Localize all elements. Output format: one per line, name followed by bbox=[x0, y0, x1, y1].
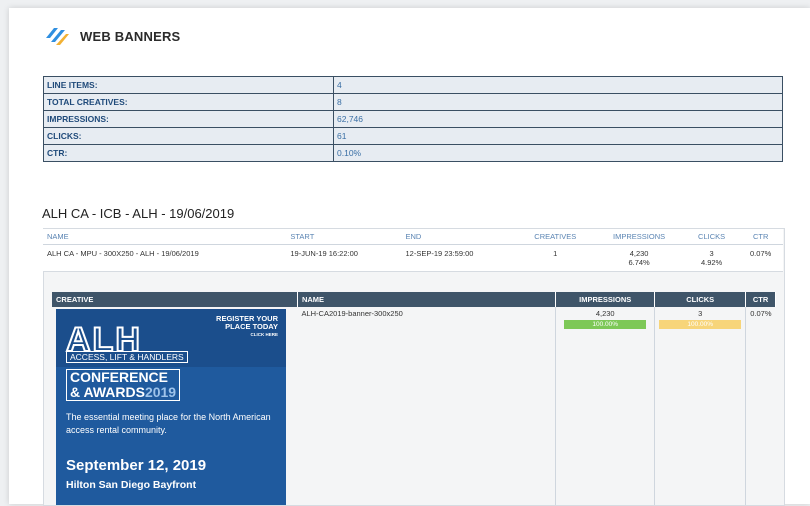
summary-value: 8 bbox=[333, 93, 783, 111]
creative-banner-image[interactable]: ALH REGISTER YOUR PLACE TODAY CLICK HERE… bbox=[56, 309, 286, 505]
line-item-ctr: 0.07% bbox=[750, 249, 772, 258]
summary-value: 61 bbox=[333, 127, 783, 145]
year-text: 2019 bbox=[144, 384, 177, 400]
summary-label: IMPRESSIONS: bbox=[43, 110, 334, 128]
clicks-percent: 4.92% bbox=[700, 258, 723, 267]
creative-ctr: 0.07% bbox=[750, 309, 772, 318]
page-title: WEB BANNERS bbox=[80, 28, 181, 44]
line-item-table: NAME START END CREATIVES IMPRESSIONS CLI… bbox=[43, 228, 783, 272]
creative-clicks-value: 3 bbox=[698, 309, 703, 318]
clicks-bar: 100.00% bbox=[659, 320, 742, 329]
summary-value: 62,746 bbox=[333, 110, 783, 128]
col-creative: CREATIVE bbox=[52, 292, 298, 307]
click-here: CLICK HERE bbox=[250, 332, 278, 337]
summary-label: TOTAL CREATIVES: bbox=[43, 93, 334, 111]
summary-row: CLICKS: 61 bbox=[43, 127, 783, 145]
summary-label: CTR: bbox=[43, 144, 334, 162]
col-impressions: IMPRESSIONS bbox=[593, 228, 685, 245]
col-creative-name: NAME bbox=[297, 292, 557, 307]
creative-name: ALH-CA2019-banner-300x250 bbox=[297, 307, 557, 505]
col-start: START bbox=[286, 228, 402, 245]
creatives-panel: CREATIVE NAME IMPRESSIONS CLICKS CTR ALH… bbox=[52, 292, 776, 505]
banner-description: The essential meeting place for the Nort… bbox=[66, 412, 271, 435]
line-item-end: 12-SEP-19 23:59:00 bbox=[405, 249, 474, 258]
col-ctr: CTR bbox=[738, 228, 783, 245]
table-row: ALH CA - MPU - 300X250 - ALH - 19/06/201… bbox=[43, 244, 783, 272]
awards-text: & AWARDS bbox=[70, 384, 145, 400]
report-header: WEB BANNERS bbox=[44, 26, 180, 46]
web-banners-logo-icon bbox=[46, 28, 69, 45]
banner-subtitle: ACCESS, LIFT & HANDLERS bbox=[66, 351, 188, 363]
col-clicks: CLICKS bbox=[684, 228, 739, 245]
line-item-clicks: 3 4.92% bbox=[685, 245, 738, 272]
impressions-value: 4,230 bbox=[629, 249, 649, 258]
banner-register-cta: REGISTER YOUR PLACE TODAY CLICK HERE bbox=[216, 315, 278, 339]
summary-label: CLICKS: bbox=[43, 127, 334, 145]
summary-label: LINE ITEMS: bbox=[43, 76, 334, 94]
col-creatives: CREATIVES bbox=[517, 228, 594, 245]
line-item-title: ALH CA - ICB - ALH - 19/06/2019 bbox=[42, 206, 235, 221]
creative-impressions: 4,230 100.00% bbox=[555, 307, 656, 505]
table-row: ALH REGISTER YOUR PLACE TODAY CLICK HERE… bbox=[52, 307, 776, 505]
creative-impressions-value: 4,230 bbox=[595, 309, 615, 318]
col-creative-ctr: CTR bbox=[745, 292, 776, 307]
creative-cell: ALH REGISTER YOUR PLACE TODAY CLICK HERE… bbox=[52, 307, 297, 505]
line-item-name: ALH CA - MPU - 300X250 - ALH - 19/06/201… bbox=[47, 249, 199, 258]
col-creative-clicks: CLICKS bbox=[654, 292, 747, 307]
summary-row: IMPRESSIONS: 62,746 bbox=[43, 110, 783, 128]
col-end: END bbox=[401, 228, 518, 245]
creative-clicks: 3 100.00% bbox=[654, 307, 747, 505]
line-item-creatives: 1 bbox=[553, 249, 558, 258]
col-name: NAME bbox=[43, 228, 287, 245]
creatives-table: CREATIVE NAME IMPRESSIONS CLICKS CTR ALH… bbox=[52, 292, 776, 505]
summary-row: LINE ITEMS: 4 bbox=[43, 76, 783, 94]
register-line-2: PLACE TODAY bbox=[225, 322, 278, 331]
banner-date: September 12, 2019 bbox=[66, 457, 207, 474]
banner-venue: Hilton San Diego Bayfront bbox=[66, 479, 197, 491]
line-item-impressions: 4,230 6.74% bbox=[593, 245, 685, 272]
col-creative-impressions: IMPRESSIONS bbox=[555, 292, 656, 307]
summary-value: 4 bbox=[333, 76, 783, 94]
impressions-bar: 100.00% bbox=[564, 320, 647, 329]
summary-table: LINE ITEMS: 4 TOTAL CREATIVES: 8 IMPRESS… bbox=[43, 76, 783, 162]
summary-value: 0.10% bbox=[333, 144, 783, 162]
summary-row: TOTAL CREATIVES: 8 bbox=[43, 93, 783, 111]
line-item-start: 19-JUN-19 16:22:00 bbox=[290, 249, 358, 258]
banner-top: ALH REGISTER YOUR PLACE TODAY CLICK HERE… bbox=[56, 309, 286, 367]
banner-conference: CONFERENCE & AWARDS2019 bbox=[66, 369, 181, 401]
impressions-percent: 6.74% bbox=[628, 258, 650, 267]
clicks-value: 3 bbox=[709, 249, 714, 258]
conference-text: CONFERENCE bbox=[70, 369, 169, 385]
summary-row: CTR: 0.10% bbox=[43, 144, 783, 162]
